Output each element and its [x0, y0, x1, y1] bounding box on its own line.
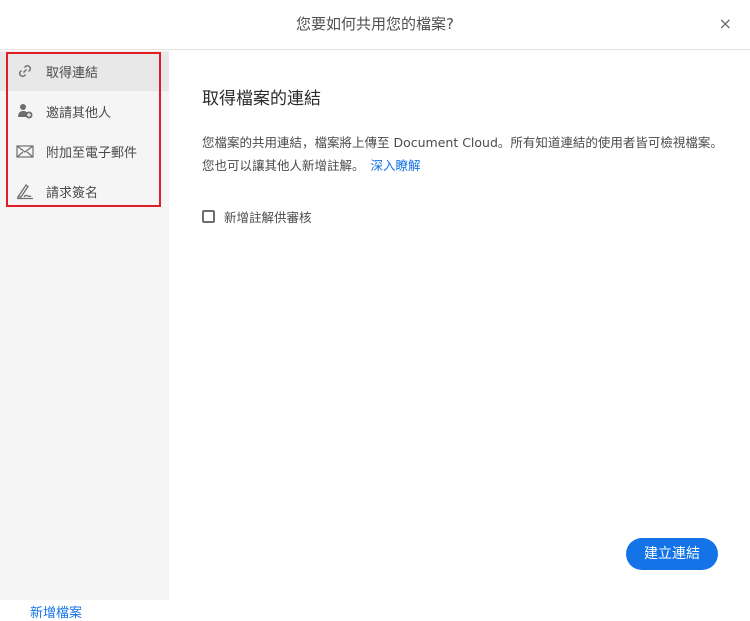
dialog-header: 您要如何共用您的檔案? × [0, 0, 750, 50]
description-text: 您檔案的共用連結，檔案將上傳至 Document Cloud。所有知道連結的使用… [202, 135, 723, 173]
main-panel: 取得檔案的連結 您檔案的共用連結，檔案將上傳至 Document Cloud。所… [202, 84, 727, 226]
mail-icon [16, 145, 34, 158]
sidebar-item-label: 邀請其他人 [46, 105, 112, 121]
sidebar-item-get-link[interactable]: 取得連結 [0, 51, 169, 91]
add-comments-checkbox[interactable]: 新增註解供審核 [202, 207, 727, 226]
new-file-link[interactable]: 新增檔案 [30, 602, 82, 621]
sidebar-item-request-signature[interactable]: 請求簽名 [0, 171, 169, 211]
checkbox-icon[interactable] [202, 210, 215, 223]
sidebar: 取得連結 邀請其他人 附加至電子郵件 請求簽名 新增檔案 [0, 51, 169, 621]
sidebar-item-email[interactable]: 附加至電子郵件 [0, 131, 169, 171]
add-person-icon [18, 104, 33, 119]
description: 您檔案的共用連結，檔案將上傳至 Document Cloud。所有知道連結的使用… [202, 131, 727, 177]
learn-more-link[interactable]: 深入瞭解 [371, 158, 421, 173]
sign-icon [16, 184, 33, 200]
sidebar-item-label: 請求簽名 [46, 185, 99, 201]
sidebar-item-invite[interactable]: 邀請其他人 [0, 91, 169, 131]
close-icon[interactable]: × [719, 0, 732, 48]
sidebar-item-label: 取得連結 [46, 65, 99, 81]
dialog-title: 您要如何共用您的檔案? [296, 15, 454, 33]
checkbox-label: 新增註解供審核 [224, 210, 312, 225]
sidebar-item-label: 附加至電子郵件 [46, 145, 138, 161]
link-icon [19, 65, 31, 77]
page-title: 取得檔案的連結 [202, 89, 321, 109]
create-link-button[interactable]: 建立連結 [626, 538, 718, 570]
